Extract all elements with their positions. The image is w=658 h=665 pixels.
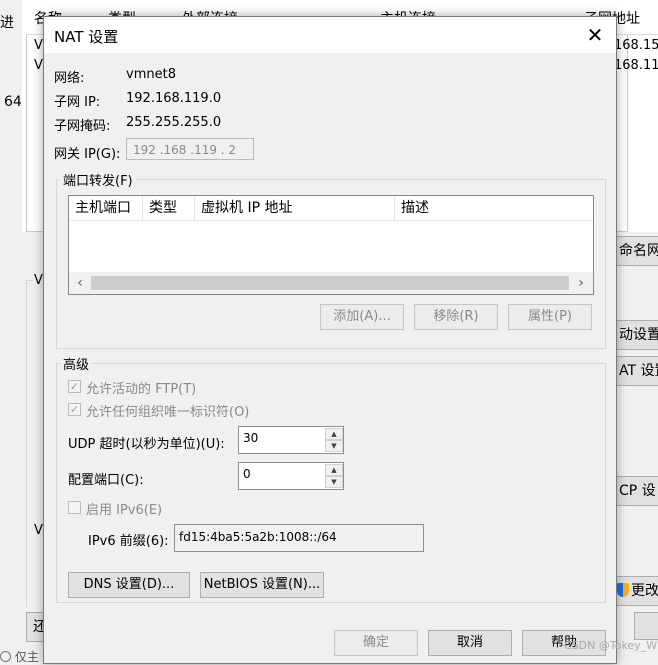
subnet-ip-value: 192.168.119.0 — [126, 91, 222, 106]
add-button[interactable]: 添加(A)... — [320, 304, 404, 330]
ipv6-prefix-field[interactable]: fd15:4ba5:5a2b:1008::/64 — [174, 524, 424, 552]
shield-icon — [617, 583, 629, 597]
dns-settings-button[interactable]: DNS 设置(D)... — [68, 572, 190, 598]
port-forwarding-list[interactable]: 主机端口 类型 虚拟机 IP 地址 描述 ‹ › — [68, 195, 594, 295]
background-side-v2: V — [34, 523, 43, 538]
subnet-mask-label: 子网掩码: — [54, 119, 111, 134]
background-group-frame — [26, 280, 33, 607]
background-change-settings-button[interactable]: 更改 — [612, 576, 658, 606]
allow-ftp-label: 允许活动的 FTP(T) — [86, 382, 197, 397]
port-forwarding-title: 端口转发(F) — [60, 170, 136, 189]
config-port-stepper[interactable]: 0 ▲ ▼ — [238, 462, 344, 490]
allow-ftp-checkbox[interactable]: ✓ — [68, 380, 81, 393]
dialog-titlebar — [44, 17, 616, 53]
ok-button[interactable]: 确定 — [334, 630, 418, 656]
close-icon[interactable]: ✕ — [582, 22, 608, 48]
spin-up-icon[interactable]: ▲ — [325, 464, 343, 476]
col-type[interactable]: 类型 — [143, 196, 195, 220]
scroll-right-arrow-icon[interactable]: › — [571, 273, 591, 293]
horizontal-scrollbar[interactable]: ‹ › — [69, 272, 593, 294]
cancel-button[interactable]: 取消 — [428, 630, 512, 656]
background-auto-settings-button[interactable]: 动设置 — [612, 320, 658, 350]
subnet-ip-label: 子网 IP: — [54, 95, 101, 110]
udp-timeout-label: UDP 超时(以秒为单位)(U): — [68, 437, 225, 452]
config-port-label: 配置端口(C): — [68, 473, 144, 488]
list-header-divider — [69, 220, 593, 221]
background-row-1-name[interactable]: V — [34, 38, 43, 53]
udp-timeout-stepper[interactable]: 30 ▲ ▼ — [238, 426, 344, 454]
config-port-value[interactable]: 0 — [243, 467, 251, 481]
background-row-1-subnet: 168.159. — [614, 38, 658, 53]
col-description[interactable]: 描述 — [395, 196, 593, 220]
ipv6-prefix-label: IPv6 前缀(6): — [88, 534, 169, 549]
watermark: CSDN @Tokey_W — [564, 639, 658, 652]
background-corner-button[interactable] — [634, 612, 658, 640]
allow-oui-checkbox[interactable]: ✓ — [68, 403, 81, 416]
col-vm-ip[interactable]: 虚拟机 IP 地址 — [195, 196, 395, 220]
gateway-ip-field[interactable]: 192 .168 .119 . 2 — [126, 138, 254, 160]
dialog-title: NAT 设置 — [54, 28, 119, 46]
advanced-title: 高级 — [60, 354, 93, 373]
background-row-2-subnet: 168.119. — [614, 58, 658, 73]
properties-button[interactable]: 属性(P) — [508, 304, 592, 330]
background-dhcp-settings-button[interactable]: CP 设 — [612, 476, 658, 506]
spin-down-icon[interactable]: ▼ — [325, 476, 343, 488]
spin-up-icon[interactable]: ▲ — [325, 428, 343, 440]
udp-timeout-value[interactable]: 30 — [243, 431, 258, 445]
radio-icon[interactable] — [0, 651, 11, 662]
background-left-cut-text: 进 — [0, 15, 14, 31]
subnet-mask-value: 255.255.255.0 — [126, 115, 222, 130]
background-row-2-name[interactable]: V — [34, 58, 43, 73]
col-host-port[interactable]: 主机端口 — [69, 196, 143, 220]
network-value: vmnet8 — [126, 67, 176, 82]
scrollbar-thumb[interactable] — [91, 276, 569, 290]
background-change-label: 更改 — [631, 583, 658, 599]
background-nat-settings-button[interactable]: AT 设置 — [612, 356, 658, 386]
spin-down-icon[interactable]: ▼ — [325, 440, 343, 452]
enable-ipv6-checkbox[interactable] — [68, 501, 81, 514]
gateway-label: 网关 IP(G): — [54, 147, 121, 162]
allow-oui-label: 允许任何组织唯一标识符(O) — [86, 405, 250, 420]
background-host-only-label: 仅主 — [0, 648, 39, 665]
remove-button[interactable]: 移除(R) — [414, 304, 498, 330]
scroll-left-arrow-icon[interactable]: ‹ — [70, 273, 90, 293]
background-left-number: 64 — [4, 94, 22, 110]
netbios-settings-button[interactable]: NetBIOS 设置(N)... — [200, 572, 324, 598]
background-side-v1: V — [34, 273, 43, 288]
background-rename-button[interactable]: 命名网 — [612, 236, 658, 266]
nat-settings-dialog: NAT 设置 ✕ 网络: vmnet8 子网 IP: 192.168.119.0… — [43, 16, 617, 664]
enable-ipv6-label: 启用 IPv6(E) — [86, 503, 163, 518]
network-label: 网络: — [54, 71, 85, 86]
